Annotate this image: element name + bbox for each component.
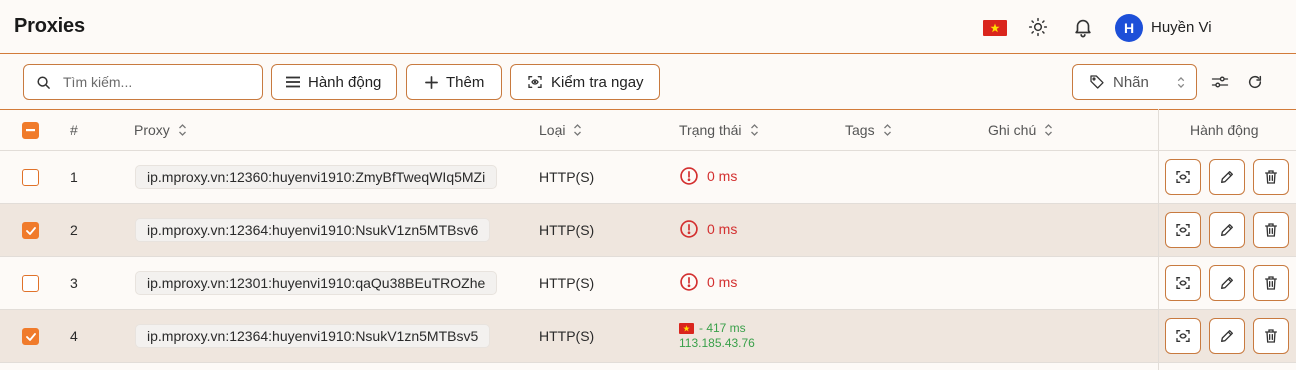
check-proxy-button[interactable] bbox=[1165, 318, 1201, 354]
proxy-type: HTTP(S) bbox=[539, 328, 595, 344]
search-box[interactable] bbox=[23, 64, 263, 100]
row-index: 1 bbox=[70, 169, 78, 185]
check-now-label: Kiểm tra ngay bbox=[551, 73, 644, 91]
actions-column bbox=[1158, 109, 1296, 370]
sort-icon bbox=[750, 124, 758, 136]
proxy-string[interactable]: ip.mproxy.vn:12360:huyenvi1910:ZmyBfTweq… bbox=[135, 165, 498, 189]
check-proxy-button[interactable] bbox=[1165, 212, 1201, 248]
sort-icon bbox=[883, 124, 891, 136]
scan-icon bbox=[1176, 224, 1190, 236]
row-index: 2 bbox=[70, 222, 78, 238]
proxy-string[interactable]: ip.mproxy.vn:12364:huyenvi1910:NsukV1zn5… bbox=[135, 218, 491, 242]
plus-icon bbox=[425, 75, 438, 89]
row-checkbox[interactable] bbox=[22, 222, 39, 239]
filter-settings-icon[interactable] bbox=[1208, 70, 1232, 94]
trash-icon bbox=[1265, 329, 1277, 343]
row-index: 4 bbox=[70, 328, 78, 344]
col-note[interactable]: Ghi chú bbox=[988, 122, 1053, 138]
alert-circle-icon bbox=[680, 220, 698, 238]
edit-proxy-button[interactable] bbox=[1209, 265, 1245, 301]
add-proxy-label: Thêm bbox=[446, 73, 485, 91]
scan-icon bbox=[1176, 330, 1190, 342]
scan-icon bbox=[527, 74, 543, 90]
delete-proxy-button[interactable] bbox=[1253, 265, 1289, 301]
status-error: 0 ms bbox=[679, 166, 737, 186]
status-latency: - 417 ms bbox=[699, 321, 746, 335]
sort-icon bbox=[1045, 124, 1053, 136]
col-proxy[interactable]: Proxy bbox=[134, 122, 187, 138]
pencil-icon bbox=[1221, 277, 1233, 289]
trash-icon bbox=[1265, 276, 1277, 290]
status-error: 0 ms bbox=[679, 272, 737, 292]
row-index: 3 bbox=[70, 275, 78, 291]
table-row[interactable]: 3 ip.mproxy.vn:12301:huyenvi1910:qaQu38B… bbox=[0, 257, 1296, 310]
proxy-string[interactable]: ip.mproxy.vn:12301:huyenvi1910:qaQu38BEu… bbox=[135, 271, 498, 295]
scan-icon bbox=[1176, 277, 1190, 289]
col-index: # bbox=[70, 122, 78, 138]
row-checkbox[interactable] bbox=[22, 169, 39, 186]
alert-circle-icon bbox=[680, 167, 698, 185]
edit-proxy-button[interactable] bbox=[1209, 159, 1245, 195]
bulk-actions-label: Hành động bbox=[308, 73, 382, 91]
tag-icon bbox=[1089, 74, 1105, 90]
sun-icon[interactable] bbox=[1026, 15, 1050, 39]
delete-proxy-button[interactable] bbox=[1253, 318, 1289, 354]
col-status[interactable]: Trạng thái bbox=[679, 122, 759, 138]
check-now-button[interactable]: Kiểm tra ngay bbox=[510, 64, 660, 100]
alert-circle-icon bbox=[680, 273, 698, 291]
proxy-type: HTTP(S) bbox=[539, 169, 595, 185]
search-input[interactable] bbox=[63, 74, 243, 90]
table-header: # Proxy Loại Trạng thái Tags Ghi chú Hàn… bbox=[0, 109, 1296, 151]
chevron-up-down-icon bbox=[1177, 76, 1185, 88]
avatar[interactable]: H bbox=[1115, 14, 1143, 42]
proxy-type: HTTP(S) bbox=[539, 222, 595, 238]
table-row[interactable]: 1 ip.mproxy.vn:12360:huyenvi1910:ZmyBfTw… bbox=[0, 151, 1296, 204]
delete-proxy-button[interactable] bbox=[1253, 159, 1289, 195]
edit-proxy-button[interactable] bbox=[1209, 318, 1245, 354]
pencil-icon bbox=[1221, 224, 1233, 236]
row-checkbox[interactable] bbox=[22, 328, 39, 345]
row-checkbox[interactable] bbox=[22, 275, 39, 292]
trash-icon bbox=[1265, 223, 1277, 237]
bulk-actions-button[interactable]: Hành động bbox=[271, 64, 397, 100]
tag-filter-select[interactable]: Nhãn bbox=[1072, 64, 1197, 100]
col-tags[interactable]: Tags bbox=[845, 122, 892, 138]
proxy-string[interactable]: ip.mproxy.vn:12364:huyenvi1910:NsukV1zn5… bbox=[135, 324, 491, 348]
col-type[interactable]: Loại bbox=[539, 122, 582, 138]
check-proxy-button[interactable] bbox=[1165, 159, 1201, 195]
proxy-type: HTTP(S) bbox=[539, 275, 595, 291]
sort-icon bbox=[574, 124, 582, 136]
bell-icon[interactable] bbox=[1071, 15, 1095, 39]
user-name[interactable]: Huyền Vi bbox=[1151, 19, 1212, 36]
status-latency: 0 ms bbox=[707, 274, 738, 290]
status-ip: 113.185.43.76 bbox=[679, 336, 755, 350]
delete-proxy-button[interactable] bbox=[1253, 212, 1289, 248]
search-icon bbox=[36, 75, 51, 90]
status-latency: 0 ms bbox=[707, 168, 738, 184]
page-title: Proxies bbox=[14, 15, 85, 37]
pencil-icon bbox=[1221, 330, 1233, 342]
vietnam-flag-icon bbox=[679, 323, 694, 334]
check-proxy-button[interactable] bbox=[1165, 265, 1201, 301]
status-error: 0 ms bbox=[679, 219, 737, 239]
scan-icon bbox=[1176, 171, 1190, 183]
top-bar: Proxies H Huyền Vi bbox=[0, 0, 1296, 54]
table-row[interactable]: 2 ip.mproxy.vn:12364:huyenvi1910:NsukV1z… bbox=[0, 204, 1296, 257]
refresh-icon[interactable] bbox=[1243, 70, 1267, 94]
tag-filter-label: Nhãn bbox=[1113, 73, 1149, 91]
sort-icon bbox=[178, 124, 186, 136]
vietnam-flag-icon[interactable] bbox=[983, 20, 1007, 36]
table-row[interactable]: 4 ip.mproxy.vn:12364:huyenvi1910:NsukV1z… bbox=[0, 310, 1296, 363]
pencil-icon bbox=[1221, 171, 1233, 183]
trash-icon bbox=[1265, 170, 1277, 184]
select-all-checkbox[interactable] bbox=[22, 122, 39, 139]
edit-proxy-button[interactable] bbox=[1209, 212, 1245, 248]
add-proxy-button[interactable]: Thêm bbox=[406, 64, 502, 100]
status-latency: 0 ms bbox=[707, 221, 738, 237]
menu-icon bbox=[286, 76, 300, 88]
status-ok: - 417 ms 113.185.43.76 bbox=[679, 321, 755, 351]
